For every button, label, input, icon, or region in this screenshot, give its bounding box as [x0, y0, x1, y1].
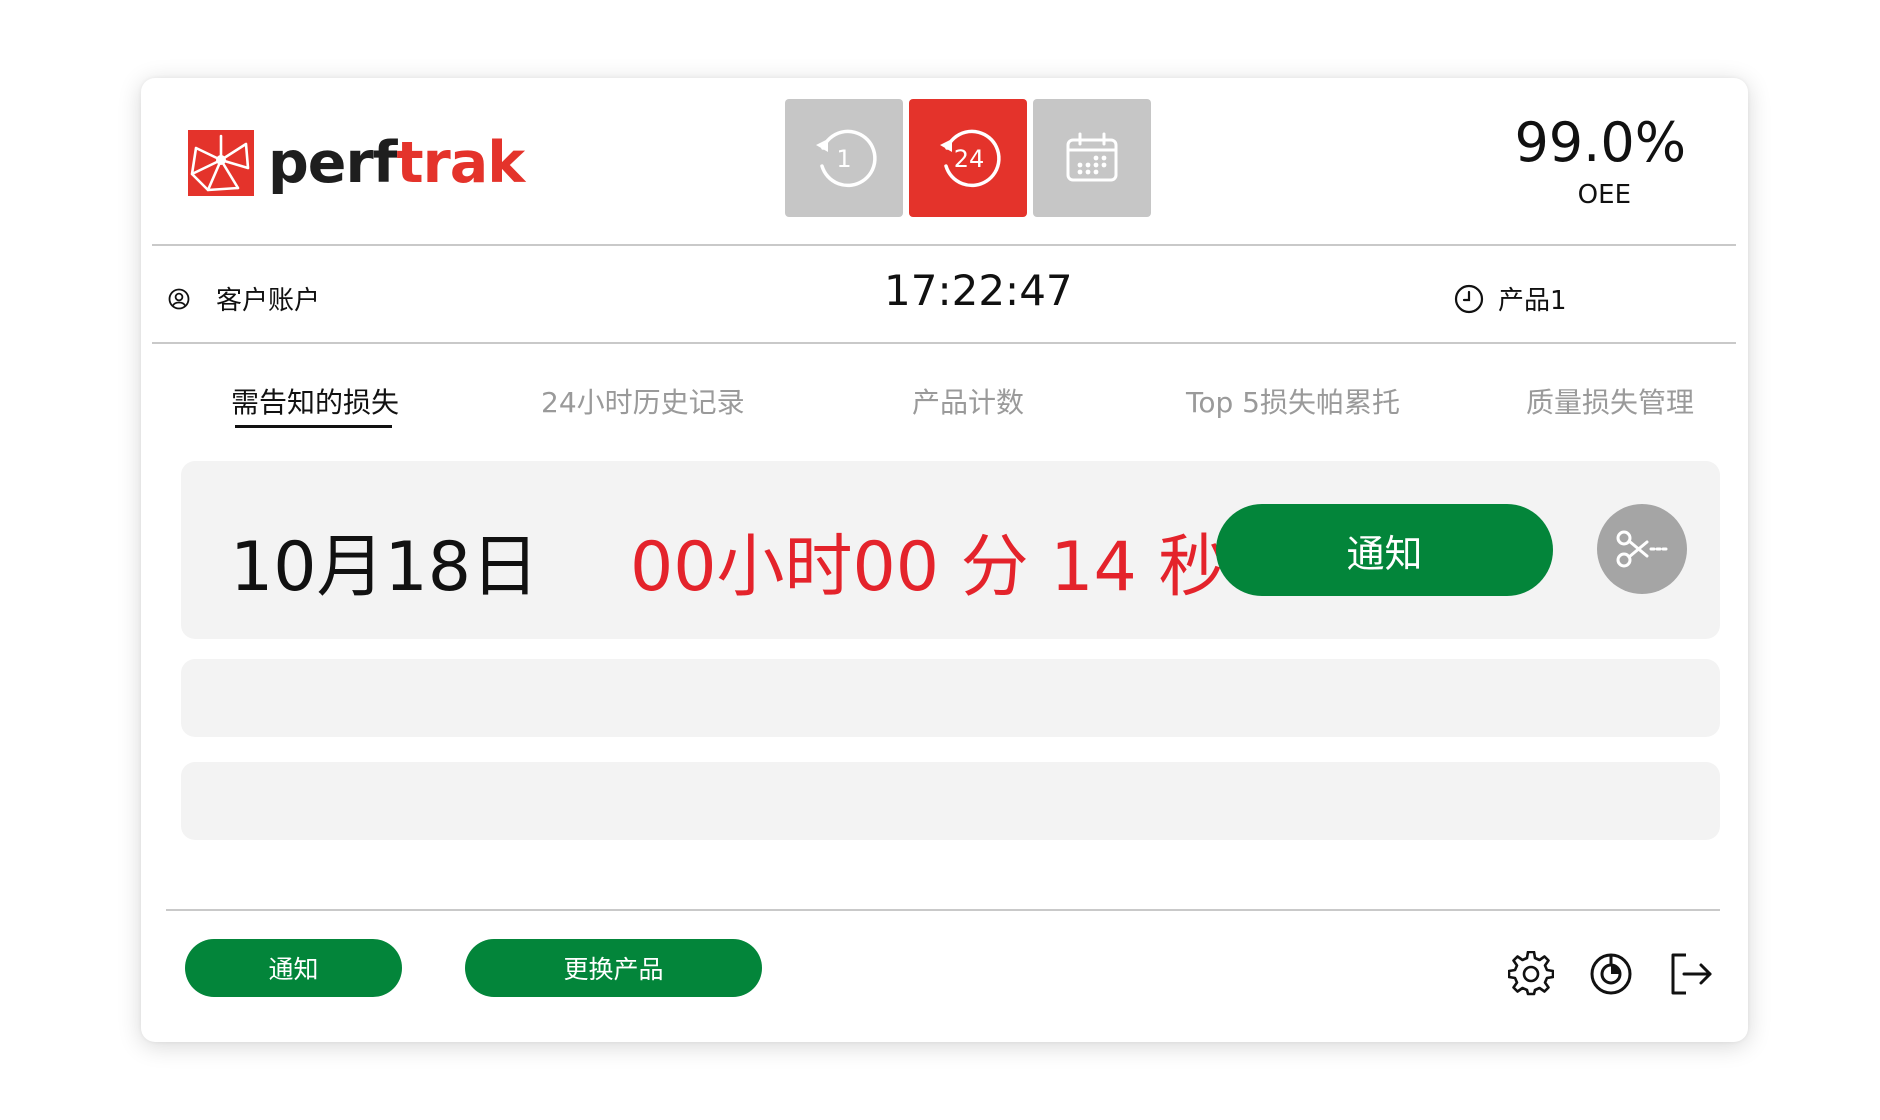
info-divider [152, 342, 1736, 344]
loss-row: 10月18日 00小时00 分 14 秒 通知 [181, 461, 1720, 639]
history-24-label: 24 [954, 145, 985, 173]
clock-icon [1454, 284, 1484, 313]
loss-notify-button[interactable]: 通知 [1216, 504, 1553, 596]
history-1-button[interactable]: 1 [785, 99, 903, 217]
tab-top5-pareto[interactable]: Top 5损失帕累托 [1186, 381, 1400, 421]
tab-notifiable-losses[interactable]: 需告知的损失 [231, 381, 399, 421]
footer-divider [166, 909, 1720, 911]
current-product[interactable]: 产品1 [1454, 280, 1567, 317]
scissors-icon [1616, 530, 1669, 568]
loss-row-empty [181, 762, 1720, 840]
current-time: 17:22:47 [884, 266, 1073, 315]
tab-quality-loss[interactable]: 质量损失管理 [1526, 381, 1694, 421]
oee-value: 99.0% [1514, 111, 1686, 174]
split-loss-button[interactable] [1597, 504, 1687, 594]
active-tab-indicator [235, 425, 392, 428]
logout-icon[interactable] [1668, 951, 1714, 997]
settings-icon[interactable] [1508, 951, 1554, 997]
calendar-button[interactable] [1033, 99, 1151, 217]
history-24-button[interactable]: 24 [909, 99, 1027, 217]
app-window: perftrak 1 24 99.0% OEE 客户账户 17:22:47 产品… [141, 78, 1748, 1042]
calendar-icon [1066, 132, 1118, 182]
change-product-button[interactable]: 更换产品 [465, 939, 762, 997]
loss-row-empty [181, 659, 1720, 737]
header-divider [152, 244, 1736, 246]
logo-wordmark: perftrak [268, 129, 525, 196]
tab-24h-history[interactable]: 24小时历史记录 [541, 381, 745, 421]
notify-button[interactable]: 通知 [185, 939, 402, 997]
account-label: 客户账户 [216, 286, 321, 316]
loss-date: 10月18日 [230, 528, 540, 607]
dashboard-icon[interactable] [1588, 951, 1634, 997]
product-label: 产品1 [1498, 286, 1567, 316]
account-info[interactable]: 客户账户 [168, 280, 320, 317]
tab-product-count[interactable]: 产品计数 [912, 381, 1024, 421]
loss-duration: 00小时00 分 14 秒 [630, 528, 1227, 607]
perftrak-logo: perftrak [188, 129, 525, 196]
history-24-icon: 24 [940, 129, 1001, 188]
user-icon [168, 288, 190, 309]
history-1-label: 1 [836, 145, 851, 173]
oee-label: OEE [1577, 180, 1631, 210]
logo-mark-icon [188, 130, 254, 196]
history-1-icon: 1 [816, 129, 877, 188]
